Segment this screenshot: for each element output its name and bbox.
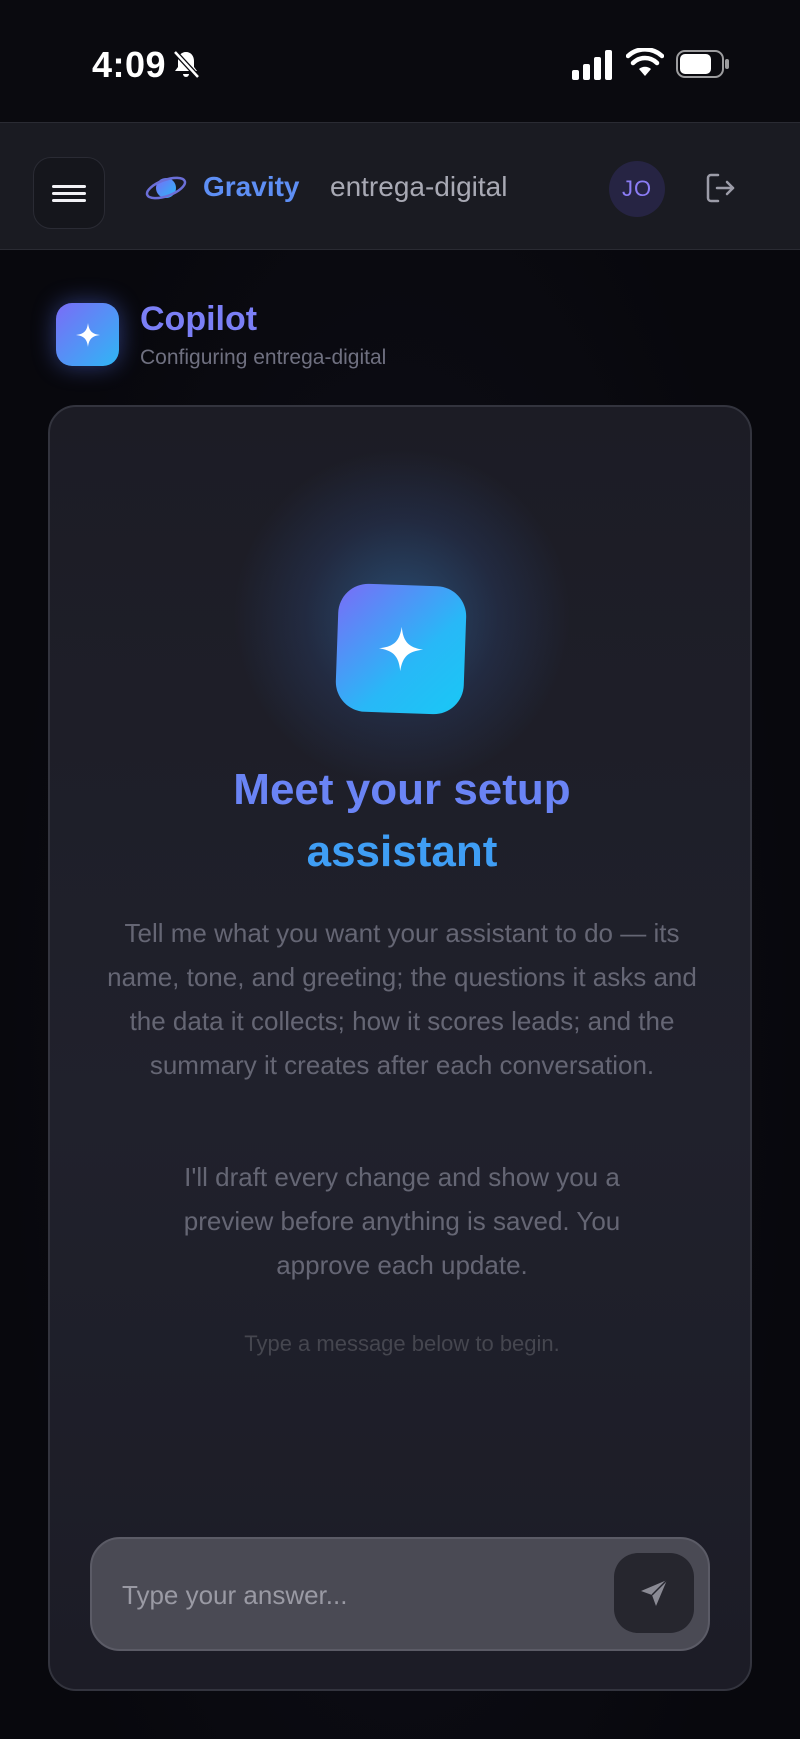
app-header: Gravity entrega-digital JO <box>0 122 800 250</box>
brand-name[interactable]: Gravity <box>203 171 300 203</box>
app-screen: 4:09 Gravity entrega-digital JO Copilot … <box>0 0 800 1739</box>
hero-title-line2: assistant <box>306 827 498 876</box>
signal-icon <box>572 50 612 80</box>
logout-icon[interactable] <box>704 171 738 205</box>
assistant-card: Meet your setup assistant Tell me what y… <box>48 405 752 1691</box>
hero-sparkle-tile <box>334 582 468 716</box>
approval-paragraph: I'll draft every change and show you a p… <box>183 1162 621 1280</box>
hero-title-line1: Meet your setup <box>233 765 571 814</box>
hamburger-icon <box>52 181 86 206</box>
hero-title: Meet your setup assistant <box>90 759 714 883</box>
sparkle-icon <box>378 626 424 672</box>
copilot-subtitle: Configuring entrega-digital <box>140 346 387 369</box>
workspace-name[interactable]: entrega-digital <box>330 171 507 203</box>
message-composer <box>90 1537 710 1651</box>
sparkle-icon <box>75 322 100 347</box>
begin-hint: Type a message below to begin. <box>244 1331 560 1356</box>
menu-button[interactable] <box>33 157 105 229</box>
avatar[interactable]: JO <box>609 161 665 217</box>
copilot-icon <box>56 303 119 366</box>
copilot-title: Copilot <box>140 300 258 338</box>
send-icon <box>641 1579 668 1606</box>
message-input[interactable] <box>122 1569 582 1621</box>
battery-icon <box>676 50 729 78</box>
planet-icon <box>145 176 187 200</box>
send-button[interactable] <box>614 1553 694 1633</box>
bell-slash-icon <box>173 50 200 79</box>
status-time: 4:09 <box>92 44 167 85</box>
wifi-icon <box>626 48 664 76</box>
intro-paragraph: Tell me what you want your assistant to … <box>107 918 697 1080</box>
status-bar: 4:09 <box>0 0 800 122</box>
